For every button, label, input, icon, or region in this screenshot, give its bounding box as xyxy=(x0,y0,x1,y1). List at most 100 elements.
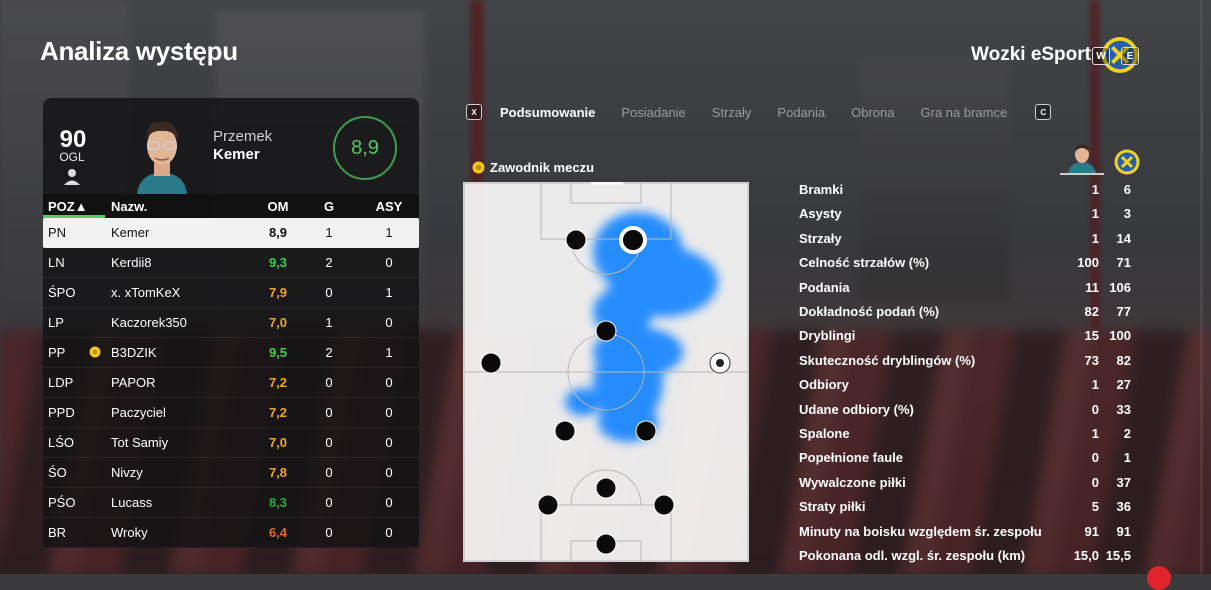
man-of-the-match-label: Zawodnik meczu xyxy=(472,160,594,175)
stat-player-value: 11 xyxy=(1085,279,1099,295)
tab-gra-na-bramce[interactable]: Gra na bramce xyxy=(921,105,1008,120)
assists-cell: 0 xyxy=(385,375,393,390)
assists-cell: 0 xyxy=(385,435,393,450)
stat-label: Skuteczność dryblingów (%) xyxy=(799,352,976,368)
record-indicator xyxy=(1147,566,1171,590)
stat-team-value: 71 xyxy=(1116,255,1131,271)
goals-cell: 0 xyxy=(325,495,333,510)
tab-podsumowanie[interactable]: Podsumowanie xyxy=(500,105,595,120)
stat-label: Minuty na boisku względem śr. zespołu xyxy=(799,523,1042,539)
stat-label: Wywalczone piłki xyxy=(799,474,906,490)
tab-strzaly[interactable]: Strzały xyxy=(712,105,752,120)
position-cell: PPD xyxy=(48,405,75,420)
stat-player-value: 1 xyxy=(1091,230,1099,246)
table-row[interactable]: PP B3DZIK 9,5 2 1 xyxy=(43,338,419,368)
overall-label: OGL xyxy=(59,150,85,164)
assists-cell: 0 xyxy=(385,495,393,510)
stat-team-value: 6 xyxy=(1123,182,1131,197)
team-name: Wozki eSport xyxy=(971,44,1091,65)
key-e-icon[interactable]: E xyxy=(1121,47,1139,65)
header-name[interactable]: Nazw. xyxy=(105,199,257,214)
stat-label: Bramki xyxy=(799,182,844,197)
key-c-icon[interactable]: C xyxy=(1035,104,1052,120)
header-assists[interactable]: ASY xyxy=(359,199,419,214)
table-row[interactable]: PPD Paczyciel 7,2 0 0 xyxy=(43,398,419,428)
stat-player-value: 0 xyxy=(1091,474,1099,490)
key-w-icon[interactable]: W xyxy=(1092,47,1110,65)
header-position[interactable]: POZ▲ xyxy=(43,199,105,214)
tab-bar: X Podsumowanie Posiadanie Strzały Podani… xyxy=(466,104,1052,120)
stat-label: Dokładność podań (%) xyxy=(799,304,940,319)
rating-cell: 6,4 xyxy=(268,525,288,540)
stat-label: Pokonana odl. wzgl. śr. zespołu (km) xyxy=(799,548,1026,563)
goals-cell: 1 xyxy=(325,225,333,240)
stat-team-value: 3 xyxy=(1123,206,1131,222)
table-row[interactable]: LP Kaczorek350 7,0 1 0 xyxy=(43,308,419,338)
stat-player-value: 1 xyxy=(1091,182,1099,197)
stat-player-value: 91 xyxy=(1084,523,1099,539)
goals-cell: 0 xyxy=(325,405,333,420)
name-cell: Nivzy xyxy=(111,465,143,480)
stat-label: Spalone xyxy=(799,426,850,441)
header-goals[interactable]: G xyxy=(299,199,359,214)
rating-cell: 7,8 xyxy=(268,465,288,480)
stat-team-value: 106 xyxy=(1109,279,1131,295)
rating-cell: 7,2 xyxy=(268,375,288,390)
assists-cell: 0 xyxy=(385,315,393,330)
team-crest-small-icon xyxy=(1114,149,1140,175)
goals-cell: 0 xyxy=(325,465,333,480)
name-cell: Kemer xyxy=(111,225,150,240)
position-cell: ŚPO xyxy=(48,285,76,300)
name-cell: Tot Samiy xyxy=(111,435,169,450)
name-cell: Paczyciel xyxy=(111,405,166,420)
stat-label: Straty piłki xyxy=(799,499,866,515)
table-row[interactable]: LŚO Tot Samiy 7,0 0 0 xyxy=(43,428,419,458)
name-cell: Kaczorek350 xyxy=(111,315,187,330)
goals-cell: 2 xyxy=(325,345,333,360)
stat-row: Wywalczone piłki 0 37 xyxy=(799,473,1141,493)
stat-player-value: 73 xyxy=(1084,352,1099,368)
stat-row: Straty piłki 5 36 xyxy=(799,497,1141,517)
position-cell: LP xyxy=(48,315,64,330)
table-row[interactable]: PN Kemer 8,9 1 1 xyxy=(43,218,419,248)
key-x-icon[interactable]: X xyxy=(466,104,482,120)
table-row[interactable]: ŚO Nivzy 7,8 0 0 xyxy=(43,458,419,488)
table-row[interactable]: PŚO Lucass 8,3 0 0 xyxy=(43,488,419,518)
table-row[interactable]: BR Wroky 6,4 0 0 xyxy=(43,518,419,548)
stat-player-value: 1 xyxy=(1091,206,1099,222)
table-row[interactable]: ŚPO x. xTomKeX 7,9 0 1 xyxy=(43,278,419,308)
table-row[interactable]: LDP PAPOR 7,2 0 0 xyxy=(43,368,419,398)
stat-row: Udane odbiory (%) 0 33 xyxy=(799,400,1141,420)
stat-row: Skuteczność dryblingów (%) 73 82 xyxy=(799,351,1141,371)
table-row[interactable]: LN Kerdii8 9,3 2 0 xyxy=(43,248,419,278)
stat-label: Asysty xyxy=(799,206,842,222)
stat-player-value: 1 xyxy=(1091,377,1099,393)
match-rating: 8,9 xyxy=(333,116,397,180)
page-title: Analiza występu xyxy=(40,36,238,66)
goals-cell: 2 xyxy=(325,255,333,270)
stat-team-value: 36 xyxy=(1116,499,1131,515)
header-rating[interactable]: OM xyxy=(257,199,299,214)
player-portrait xyxy=(137,121,187,194)
rating-cell: 7,2 xyxy=(268,405,288,420)
name-cell: Lucass xyxy=(111,495,153,510)
stat-player-value: 5 xyxy=(1091,499,1099,515)
stat-row: Minuty na boisku względem śr. zespołu 91 9… xyxy=(799,522,1141,542)
tab-obrona[interactable]: Obrona xyxy=(851,105,894,120)
stat-player-value: 0 xyxy=(1091,450,1099,466)
pitch-heatmap xyxy=(463,182,749,562)
tab-podania[interactable]: Podania xyxy=(777,105,825,120)
stat-row: Celność strzałów (%) 100 71 xyxy=(799,253,1141,273)
stat-label: Udane odbiory (%) xyxy=(799,401,914,417)
stat-player-value: 0 xyxy=(1091,401,1099,417)
stat-row: Odbiory 1 27 xyxy=(799,375,1141,395)
position-cell: LDP xyxy=(48,375,74,390)
stat-player-value: 1 xyxy=(1091,426,1099,441)
stat-label: Celność strzałów (%) xyxy=(799,255,930,271)
stat-player-value: 100 xyxy=(1077,255,1099,271)
tab-posiadanie[interactable]: Posiadanie xyxy=(621,105,685,120)
position-cell: ŚO xyxy=(48,465,67,480)
name-cell: B3DZIK xyxy=(111,345,157,360)
player-first-name: Przemek xyxy=(213,128,273,145)
rating-cell: 9,5 xyxy=(268,345,288,360)
